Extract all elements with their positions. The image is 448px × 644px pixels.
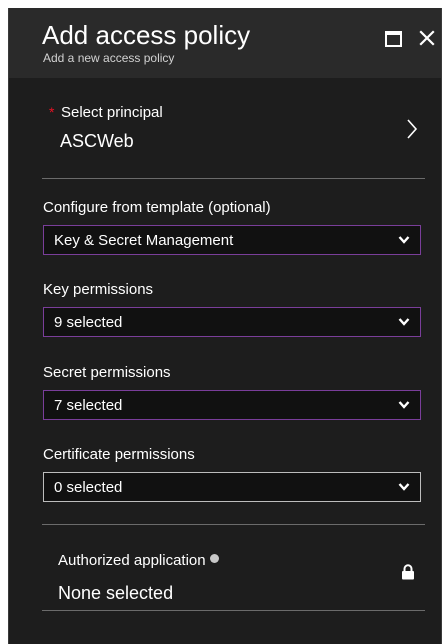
key-permissions-dropdown[interactable]: 9 selected [43,307,421,337]
chevron-right-icon [407,119,418,139]
divider [42,524,425,525]
certificate-permissions-value: 0 selected [54,479,123,496]
maximize-icon [385,31,402,47]
required-indicator: * [49,104,55,120]
divider [42,178,425,179]
select-principal-row[interactable]: * Select principal ASCWeb [42,98,425,168]
secret-permissions-label: Secret permissions [43,364,171,381]
chevron-down-icon [398,318,410,326]
chevron-down-icon [398,236,410,244]
page-title: Add access policy [42,20,251,50]
secret-permissions-dropdown[interactable]: 7 selected [43,390,421,420]
template-dropdown-value: Key & Secret Management [54,232,234,249]
chevron-down-icon [398,401,410,409]
certificate-permissions-dropdown[interactable]: 0 selected [43,472,421,502]
lock-icon [402,564,414,580]
maximize-button[interactable] [383,28,403,48]
key-permissions-value: 9 selected [54,314,123,331]
close-button[interactable] [417,28,437,48]
close-icon [419,30,435,46]
page-subtitle: Add a new access policy [43,51,175,65]
access-policy-blade: Add access policy Add a new access polic… [8,8,442,644]
authorized-application-row: Authorized application None selected [42,538,425,610]
select-principal-value: ASCWeb [60,131,134,151]
authorized-application-value: None selected [58,583,174,603]
secret-permissions-value: 7 selected [54,397,123,414]
certificate-permissions-label: Certificate permissions [43,446,195,463]
authorized-application-label: Authorized application [58,552,219,570]
divider [42,610,425,611]
template-label: Configure from template (optional) [43,199,271,216]
template-dropdown[interactable]: Key & Secret Management [43,225,421,255]
info-icon[interactable] [209,554,219,563]
chevron-down-icon [398,483,410,491]
select-principal-label: Select principal [61,104,163,121]
key-permissions-label: Key permissions [43,281,154,298]
authorized-application-label-text: Authorized application [58,552,206,569]
blade-header: Add access policy Add a new access polic… [9,8,441,78]
